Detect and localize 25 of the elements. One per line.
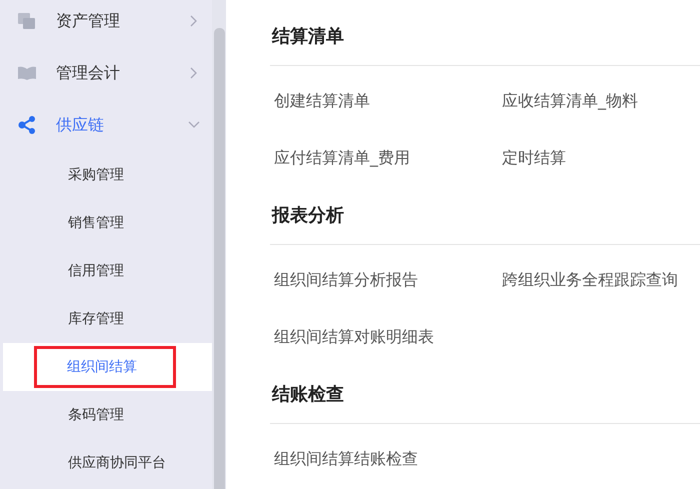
function-link[interactable]: 组织间结算分析报告 — [274, 270, 418, 291]
submenu-item[interactable]: 条码管理 — [68, 406, 124, 424]
section-title: 结账检查 — [270, 383, 345, 407]
stack-icon — [18, 13, 36, 29]
menu-item[interactable]: 供应链 — [0, 99, 212, 151]
function-link[interactable]: 应收结算清单_物料 — [502, 91, 638, 112]
section-title: 结算清单 — [270, 25, 345, 49]
function-link[interactable]: 定时结算 — [502, 148, 566, 169]
submenu-item[interactable]: 采购管理 — [68, 166, 124, 184]
function-link[interactable]: 跨组织业务全程跟踪查询 — [502, 270, 678, 291]
section-title: 报表分析 — [270, 204, 345, 228]
share-icon — [18, 116, 36, 134]
function-link[interactable]: 应付结算清单_费用 — [274, 148, 410, 169]
book-icon — [18, 66, 36, 80]
submenu-item[interactable]: 组织间结算 — [67, 358, 137, 376]
submenu-item[interactable]: 销售管理 — [68, 214, 124, 232]
submenu-item[interactable]: 信用管理 — [68, 262, 124, 280]
function-link[interactable]: 组织间结算对账明细表 — [274, 327, 434, 348]
function-link[interactable]: 创建结算清单 — [274, 91, 370, 112]
submenu-item[interactable]: 供应商协同平台 — [68, 454, 166, 472]
submenu-item[interactable]: 库存管理 — [68, 310, 124, 328]
scrollbar-thumb[interactable] — [214, 28, 225, 489]
menu-item[interactable]: 资产管理 — [0, 0, 212, 47]
menu-item[interactable]: 管理会计 — [0, 47, 212, 99]
function-link[interactable]: 组织间结算结账检查 — [274, 449, 418, 470]
